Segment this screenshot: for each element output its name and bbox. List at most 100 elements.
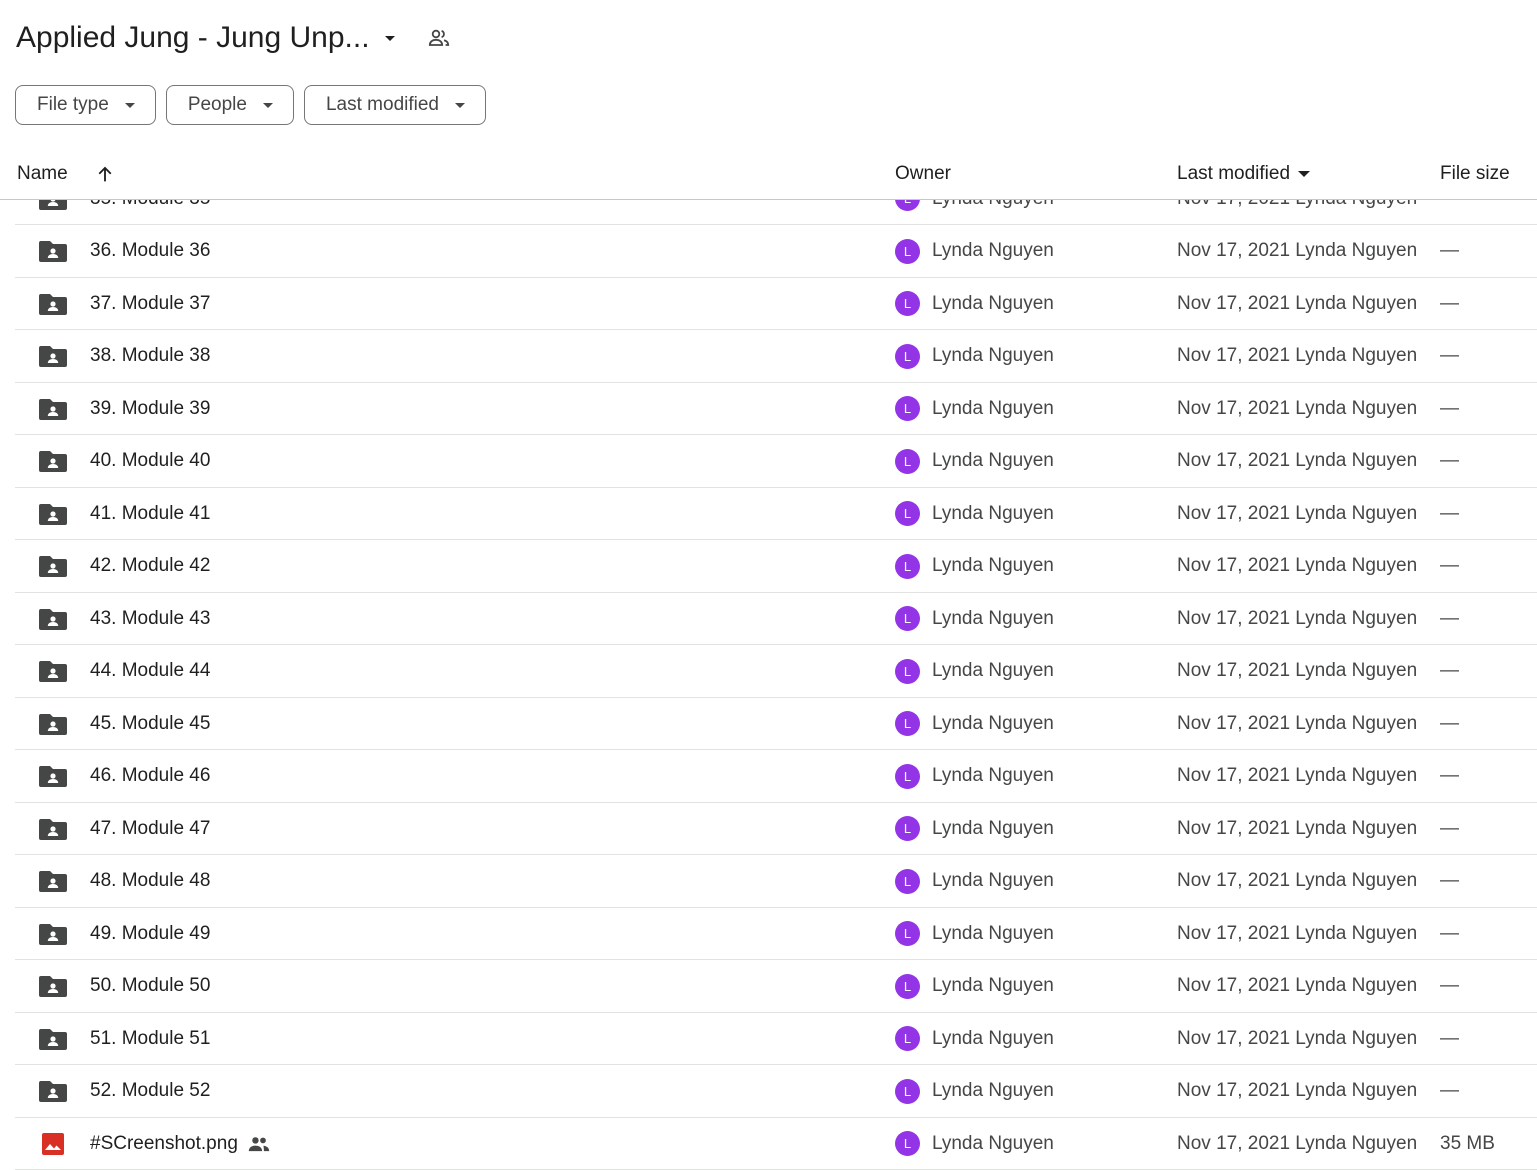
column-header-file-size[interactable]: File size xyxy=(1440,150,1510,198)
file-row[interactable]: 45. Module 45 L Lynda Nguyen Nov 17, 2021 L… xyxy=(15,698,1537,750)
file-name[interactable]: 41. Module 41 xyxy=(90,488,210,539)
file-name[interactable]: 38. Module 38 xyxy=(90,331,210,382)
shared-folder-icon xyxy=(38,383,68,434)
shared-folder-icon xyxy=(38,646,68,697)
file-name-text: 50. Module 50 xyxy=(90,975,211,996)
owner-cell: L Lynda Nguyen xyxy=(895,1118,1054,1169)
owner-name: Lynda Nguyen xyxy=(932,502,1054,524)
folder-title[interactable]: Applied Jung - Jung Unp... xyxy=(16,21,370,55)
avatar: L xyxy=(895,973,920,999)
file-row[interactable]: #SCreenshot.png L Lynda Nguyen Nov 17, 2021… xyxy=(15,1118,1537,1170)
owner-cell: L Lynda Nguyen xyxy=(895,383,1054,434)
shared-folder-icon xyxy=(38,751,68,802)
column-header-name[interactable]: Name xyxy=(17,150,68,198)
file-name-text: 37. Module 37 xyxy=(90,292,211,314)
shared-folder-icon xyxy=(38,593,68,644)
owner-cell: L Lynda Nguyen xyxy=(895,593,1054,644)
column-header-last-modified[interactable]: Last modified xyxy=(1177,150,1311,198)
image-file-icon xyxy=(38,1118,68,1169)
file-row[interactable]: 52. Module 52 L Lynda Nguyen Nov 17, 2021 L… xyxy=(15,1066,1537,1118)
avatar: L xyxy=(895,711,920,736)
file-list: 35. Module 35 L Lynda Nguyen Nov 17, 2021 L… xyxy=(0,200,1537,1170)
file-name[interactable]: 49. Module 49 xyxy=(90,908,210,959)
file-size-cell: — xyxy=(1440,397,1459,419)
file-name[interactable]: 50. Module 50 xyxy=(90,961,210,1012)
file-row[interactable]: 49. Module 49 L Lynda Nguyen Nov 17, 2021 L… xyxy=(15,908,1537,960)
avatar: L xyxy=(895,1131,920,1156)
file-name[interactable]: 35. Module 35 xyxy=(90,200,210,224)
last-modified-cell: Nov 17, 2021 Lynda Nguyen xyxy=(1177,607,1418,629)
file-row[interactable]: 37. Module 37 L Lynda Nguyen Nov 17, 2021 L… xyxy=(15,278,1537,330)
avatar: L xyxy=(895,553,920,579)
file-size-cell: 35 MB xyxy=(1440,1132,1495,1154)
avatar: L xyxy=(895,816,920,841)
file-name[interactable]: 48. Module 48 xyxy=(90,856,210,907)
file-size-cell: — xyxy=(1440,1080,1459,1101)
last-modified-cell: Nov 17, 2021 Lynda Nguyen xyxy=(1177,817,1418,839)
file-row[interactable]: 39. Module 39 L Lynda Nguyen Nov 17, 2021 L… xyxy=(15,383,1537,435)
file-row[interactable]: 38. Module 38 L Lynda Nguyen Nov 17, 2021 L… xyxy=(15,331,1537,383)
owner-cell: L Lynda Nguyen xyxy=(895,278,1054,329)
owner-name: Lynda Nguyen xyxy=(932,450,1054,471)
file-row[interactable]: 35. Module 35 L Lynda Nguyen Nov 17, 2021 L… xyxy=(15,200,1537,225)
arrow-drop-down-icon[interactable] xyxy=(378,26,402,50)
owner-name: Lynda Nguyen xyxy=(932,870,1054,891)
file-name-text: 46. Module 46 xyxy=(90,765,211,786)
file-name-text: 35. Module 35 xyxy=(90,200,210,210)
file-name[interactable]: 47. Module 47 xyxy=(90,803,210,854)
file-name[interactable]: 37. Module 37 xyxy=(90,278,210,329)
last-modified-cell: Nov 17, 2021 Lynda Nguyen xyxy=(1177,870,1418,891)
file-name[interactable]: 45. Module 45 xyxy=(90,698,210,749)
file-name[interactable]: 40. Module 40 xyxy=(90,436,210,487)
people-filter[interactable]: People xyxy=(165,85,294,125)
file-row[interactable]: 40. Module 40 L Lynda Nguyen Nov 17, 2021 L… xyxy=(15,436,1537,488)
owner-name: Lynda Nguyen xyxy=(932,1027,1054,1049)
filter-label: File type xyxy=(37,94,109,115)
file-type-filter[interactable]: File type xyxy=(15,85,156,125)
last-modified-cell: Nov 17, 2021 Lynda Nguyen xyxy=(1177,240,1418,261)
file-name[interactable]: 44. Module 44 xyxy=(90,646,210,697)
file-name[interactable]: 36. Module 36 xyxy=(90,226,210,277)
file-row[interactable]: 42. Module 42 L Lynda Nguyen Nov 17, 2021 L… xyxy=(15,541,1537,593)
file-row[interactable]: 44. Module 44 L Lynda Nguyen Nov 17, 2021 L… xyxy=(15,646,1537,698)
avatar: L xyxy=(895,868,920,894)
owner-name: Lynda Nguyen xyxy=(932,765,1054,786)
file-row[interactable]: 48. Module 48 L Lynda Nguyen Nov 17, 2021 L… xyxy=(15,856,1537,908)
file-size-cell: — xyxy=(1440,922,1459,944)
avatar: L xyxy=(895,1078,920,1104)
shared-folder-icon xyxy=(38,436,68,487)
last-modified-filter[interactable]: Last modified xyxy=(303,85,486,125)
file-row[interactable]: 36. Module 36 L Lynda Nguyen Nov 17, 2021 L… xyxy=(15,226,1537,278)
sort-down-icon xyxy=(1298,171,1311,177)
file-row[interactable]: 51. Module 51 L Lynda Nguyen Nov 17, 2021 L… xyxy=(15,1013,1537,1065)
shared-folder-icon xyxy=(38,226,68,277)
owner-name: Lynda Nguyen xyxy=(932,1080,1054,1101)
last-modified-cell: Nov 17, 2021 Lynda Nguyen xyxy=(1177,712,1418,734)
avatar: L xyxy=(895,921,920,946)
file-row[interactable]: 41. Module 41 L Lynda Nguyen Nov 17, 2021 L… xyxy=(15,488,1537,540)
file-row[interactable]: 50. Module 50 L Lynda Nguyen Nov 17, 2021 L… xyxy=(15,961,1537,1013)
avatar: L xyxy=(895,658,920,684)
file-row[interactable]: 46. Module 46 L Lynda Nguyen Nov 17, 2021 L… xyxy=(15,751,1537,803)
file-name[interactable]: 42. Module 42 xyxy=(90,541,210,592)
column-header-owner[interactable]: Owner xyxy=(895,150,951,198)
file-name-text: #SCreenshot.png xyxy=(90,1132,238,1154)
file-name[interactable]: 43. Module 43 xyxy=(90,593,210,644)
shared-folder-icon xyxy=(38,908,68,959)
chevron-down-icon xyxy=(262,102,273,108)
last-modified-cell: Nov 17, 2021 Lynda Nguyen xyxy=(1177,1080,1418,1101)
shared-people-icon[interactable] xyxy=(426,25,452,51)
file-name[interactable]: 46. Module 46 xyxy=(90,751,210,802)
shared-folder-icon xyxy=(38,200,68,224)
file-row[interactable]: 43. Module 43 L Lynda Nguyen Nov 17, 2021 L… xyxy=(15,593,1537,645)
file-name[interactable]: 52. Module 52 xyxy=(90,1066,210,1117)
last-modified-cell: Nov 17, 2021 Lynda Nguyen xyxy=(1177,660,1418,681)
arrow-upward-icon[interactable] xyxy=(94,150,116,198)
file-name[interactable]: 39. Module 39 xyxy=(90,383,210,434)
file-size-cell: — xyxy=(1440,660,1459,681)
file-name[interactable]: 51. Module 51 xyxy=(90,1013,210,1064)
file-row[interactable]: 47. Module 47 L Lynda Nguyen Nov 17, 2021 L… xyxy=(15,803,1537,855)
avatar: L xyxy=(895,606,920,631)
last-modified-cell: Nov 17, 2021 Lynda Nguyen xyxy=(1177,200,1417,224)
file-name[interactable]: #SCreenshot.png xyxy=(90,1118,270,1169)
